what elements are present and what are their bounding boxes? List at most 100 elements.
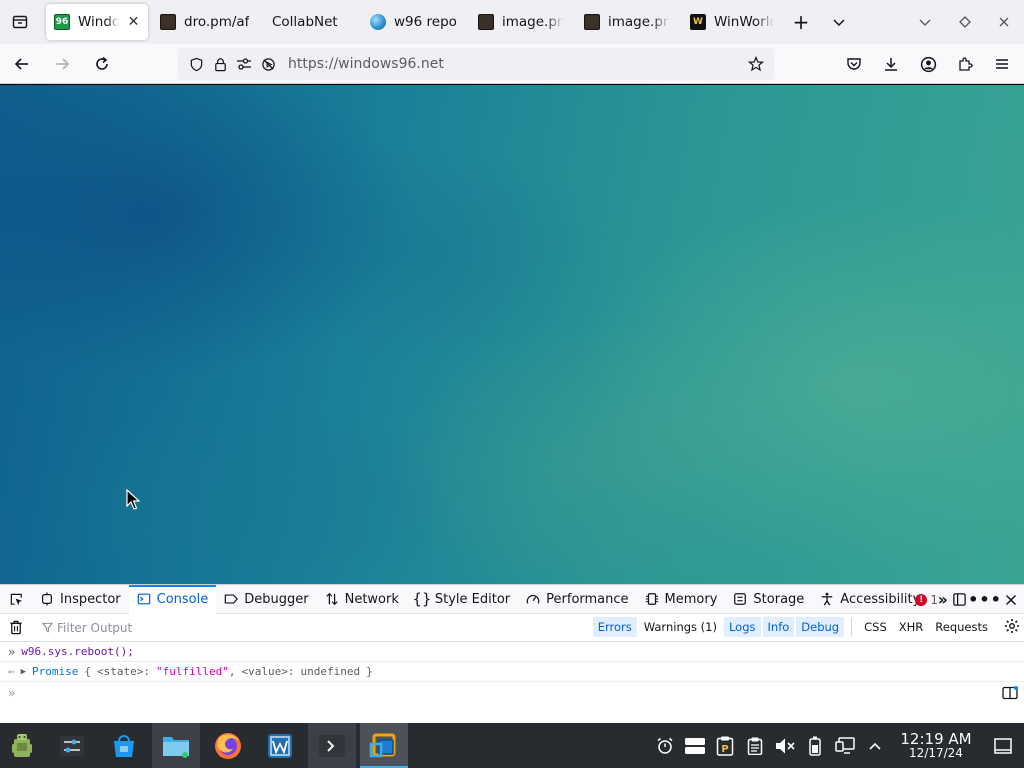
expand-triangle-icon[interactable]: ▶ xyxy=(21,667,26,677)
filter-xhr[interactable]: XHR xyxy=(894,617,929,637)
tab-image-2[interactable]: image.png xyxy=(576,4,682,40)
devtools-tab-network[interactable]: Network xyxy=(317,585,407,614)
tray-volume[interactable] xyxy=(770,723,800,768)
extensions-button[interactable] xyxy=(947,48,983,80)
list-all-tabs-button[interactable] xyxy=(820,4,858,40)
error-count: 1 xyxy=(930,592,938,607)
filter-info[interactable]: Info xyxy=(762,617,795,637)
result-prefix[interactable]: Promise xyxy=(32,665,78,678)
devtools-tab-label: Inspector xyxy=(60,591,121,607)
reload-button[interactable] xyxy=(84,48,120,80)
new-tab-button[interactable]: + xyxy=(782,4,820,40)
tray-alarm[interactable] xyxy=(650,723,680,768)
lock-icon[interactable] xyxy=(208,52,232,76)
tracking-protection-icon[interactable] xyxy=(184,52,208,76)
taskbar-virtualbox[interactable] xyxy=(360,723,408,768)
taskbar-terminal[interactable] xyxy=(308,723,356,768)
close-devtools-button[interactable] xyxy=(998,585,1024,614)
result-value-key: <value> xyxy=(241,665,288,678)
console-settings-button[interactable] xyxy=(1004,618,1020,638)
taskbar-discover[interactable] xyxy=(100,723,148,768)
tab-title: dro.pm/af xyxy=(184,14,250,30)
devtools-tab-console[interactable]: Console xyxy=(128,584,217,614)
minimize-button[interactable] xyxy=(906,4,944,40)
tab-winworld[interactable]: W WinWorld xyxy=(682,4,782,40)
more-dots-icon: ••• xyxy=(968,590,1002,609)
image-thumb-icon xyxy=(478,14,494,30)
filter-errors[interactable]: Errors xyxy=(592,617,637,637)
pocket-button[interactable] xyxy=(836,48,872,80)
battery-icon xyxy=(809,736,821,756)
download-icon xyxy=(885,58,897,71)
console-input[interactable]: » xyxy=(0,682,1024,704)
trash-icon xyxy=(10,620,22,635)
app-launcher-button[interactable] xyxy=(0,723,44,768)
filter-output-input[interactable]: Filter Output xyxy=(42,621,132,635)
devtools-tab-performance[interactable]: Performance xyxy=(518,585,636,614)
filter-debug[interactable]: Debug xyxy=(796,617,845,637)
filter-css[interactable]: CSS xyxy=(859,617,892,637)
clear-console-button[interactable] xyxy=(0,620,32,635)
tray-expander[interactable] xyxy=(860,723,890,768)
webpage-content-windows96-desktop[interactable] xyxy=(0,85,1024,584)
close-tab-icon[interactable]: ✕ xyxy=(127,14,140,30)
tray-clipboard-p[interactable]: P xyxy=(710,723,740,768)
tray-clipboard[interactable] xyxy=(740,723,770,768)
close-window-button[interactable] xyxy=(985,4,1023,40)
tray-network[interactable] xyxy=(830,723,860,768)
devtools-tab-label: Memory xyxy=(664,591,718,607)
devtools-tab-inspector[interactable]: Inspector xyxy=(32,585,129,614)
taskbar-system-settings[interactable] xyxy=(48,723,96,768)
taskbar-wps-writer[interactable] xyxy=(256,723,304,768)
autoplay-blocked-icon[interactable] xyxy=(256,52,280,76)
error-count-badge[interactable]: ! 1 xyxy=(907,593,946,607)
tab-collabnet[interactable]: CollabNet xyxy=(258,4,362,40)
filter-requests[interactable]: Requests xyxy=(930,617,993,637)
forward-button[interactable] xyxy=(44,48,80,80)
console-command-text[interactable]: w96.sys.reboot(); xyxy=(21,645,134,658)
terminal-icon xyxy=(319,734,345,757)
devtools-tab-memory[interactable]: Memory xyxy=(637,585,726,614)
devtools-tab-storage[interactable]: Storage xyxy=(725,585,812,614)
w96-icon: 96 xyxy=(54,14,70,30)
editor-mode-button[interactable] xyxy=(1002,686,1018,703)
url-bar[interactable]: https://windows96.net xyxy=(178,48,774,80)
result-brace-close: } xyxy=(366,665,373,678)
tab-windows96[interactable]: 96 Windows 96 ✕ xyxy=(46,4,148,40)
puzzle-icon xyxy=(959,57,973,71)
filter-logs[interactable]: Logs xyxy=(723,617,761,637)
app-menu-button[interactable] xyxy=(984,48,1020,80)
back-button[interactable] xyxy=(4,48,40,80)
tray-battery[interactable] xyxy=(800,723,830,768)
drive-icon xyxy=(685,737,705,754)
bookmark-star-icon[interactable] xyxy=(744,52,768,76)
url-text[interactable]: https://windows96.net xyxy=(288,56,444,72)
file-manager-icon xyxy=(163,736,189,758)
tab-w96-repo[interactable]: w96 repo xyxy=(362,4,470,40)
tab-dro-pm[interactable]: dro.pm/af xyxy=(152,4,258,40)
filter-warnings[interactable]: Warnings (1) xyxy=(639,617,722,637)
tab-image-1[interactable]: image.png xyxy=(470,4,576,40)
taskbar-firefox[interactable] xyxy=(204,723,252,768)
devtools-menu-button[interactable]: ••• xyxy=(968,585,1001,614)
command-prompt-icon: » xyxy=(8,644,16,659)
account-button[interactable] xyxy=(910,48,946,80)
error-icon: ! xyxy=(915,593,928,606)
devtools-tab-debugger[interactable]: Debugger xyxy=(216,585,316,614)
tab-title: image.png xyxy=(502,14,564,30)
accessibility-icon xyxy=(822,592,833,606)
digital-clock[interactable]: 12:19 AM 12/17/24 xyxy=(896,731,976,761)
downloads-button[interactable] xyxy=(873,48,909,80)
firefox-view-button[interactable] xyxy=(0,0,40,44)
maximize-button[interactable] xyxy=(946,4,984,40)
taskbar-file-manager[interactable] xyxy=(152,723,200,768)
devtools-tab-style-editor[interactable]: {} Style Editor xyxy=(407,585,518,614)
pocket-icon xyxy=(847,58,861,70)
element-picker-button[interactable] xyxy=(0,585,32,614)
console-filter-bar: Filter Output Errors Warnings (1) Logs I… xyxy=(0,614,1024,642)
tray-drive[interactable] xyxy=(680,723,710,768)
filter-separator xyxy=(851,618,853,636)
show-desktop-button[interactable] xyxy=(982,723,1024,768)
permissions-icon[interactable] xyxy=(232,52,256,76)
console-output: » w96.sys.reboot(); ← ▶ Promise { <state… xyxy=(0,642,1024,704)
